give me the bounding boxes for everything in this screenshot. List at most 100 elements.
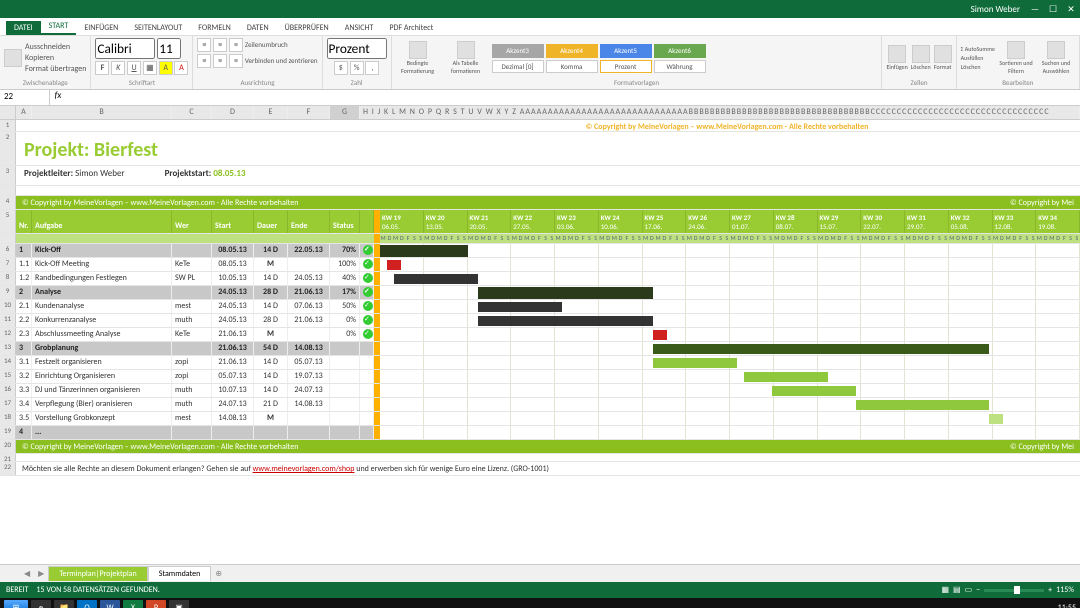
minimize-button[interactable]: —: [1026, 4, 1044, 15]
table-row[interactable]: 194...: [0, 426, 1080, 440]
close-button[interactable]: ✕: [1062, 4, 1080, 15]
start-button[interactable]: ⊞: [4, 600, 28, 608]
format-painter-button[interactable]: Format übertragen: [25, 64, 86, 74]
table-row[interactable]: 71.1Kick-Off MeetingKeTe08.05.13M100%: [0, 258, 1080, 272]
taskbar-excel-icon[interactable]: X: [123, 600, 143, 608]
format-cells-icon[interactable]: [934, 45, 952, 63]
sheet-nav-next-icon[interactable]: ▶: [34, 569, 48, 579]
shop-link[interactable]: www.meinevorlagen.com/shop: [253, 464, 355, 474]
row-header[interactable]: 16: [0, 384, 16, 397]
view-normal-icon[interactable]: ▦: [941, 585, 949, 595]
col-header-f[interactable]: F: [288, 106, 330, 119]
row-header[interactable]: 1: [0, 120, 16, 131]
zoom-in-icon[interactable]: +: [1048, 585, 1052, 595]
sort-filter-label[interactable]: Sortieren und Filtern: [997, 59, 1035, 75]
taskbar-powerpoint-icon[interactable]: P: [146, 600, 166, 608]
row-header[interactable]: 7: [0, 258, 16, 271]
file-tab[interactable]: DATEI: [6, 21, 41, 35]
row-header[interactable]: 17: [0, 398, 16, 411]
paste-icon[interactable]: [4, 49, 22, 67]
align-top-icon[interactable]: ≡: [197, 38, 211, 52]
table-row[interactable]: 153.2Einrichtung Organisierenzopi05.07.1…: [0, 370, 1080, 384]
col-header-a[interactable]: A: [16, 106, 32, 119]
format-as-table-icon[interactable]: [457, 41, 475, 59]
taskbar-word-icon[interactable]: W: [100, 600, 120, 608]
table-row[interactable]: 163.3DJ und Tänzerinnen organisierenmuth…: [0, 384, 1080, 398]
view-break-icon[interactable]: ▭: [965, 585, 973, 595]
delete-cells-icon[interactable]: [912, 45, 930, 63]
format-cells-label[interactable]: Format: [934, 63, 952, 71]
fill-color-button[interactable]: A: [159, 61, 173, 75]
accent4-style[interactable]: Akzent4: [546, 44, 598, 58]
italic-button[interactable]: K: [111, 61, 125, 75]
table-row[interactable]: 92Analyse24.05.1328 D21.06.1317%: [0, 286, 1080, 300]
row-header[interactable]: 10: [0, 300, 16, 313]
row-header[interactable]: 20: [0, 440, 16, 453]
insert-cells-label[interactable]: Einfügen: [886, 63, 907, 71]
name-box[interactable]: 22: [0, 90, 50, 105]
row-header[interactable]: 3: [0, 166, 16, 185]
table-row[interactable]: 183.5Vorstellung Grobkonzeptmest14.08.13…: [0, 412, 1080, 426]
font-color-button[interactable]: A: [174, 61, 188, 75]
row-header[interactable]: 13: [0, 342, 16, 355]
sheet-tab-terminplan[interactable]: Terminplan|Projektplan: [48, 566, 147, 581]
clear-button[interactable]: Löschen: [961, 63, 995, 71]
numfmt-waehrung[interactable]: Währung: [654, 60, 706, 73]
maximize-button[interactable]: ☐: [1044, 4, 1062, 15]
numfmt-komma[interactable]: Komma: [546, 60, 598, 73]
cut-button[interactable]: Ausschneiden: [25, 42, 86, 52]
merge-center-button[interactable]: Verbinden und zentrieren: [245, 56, 318, 65]
row-header[interactable]: 19: [0, 426, 16, 439]
row-header[interactable]: [0, 234, 16, 243]
comma-icon[interactable]: ,: [365, 61, 379, 75]
tab-seitenlayout[interactable]: SEITENLAYOUT: [126, 21, 190, 35]
table-row[interactable]: 133Grobplanung21.06.1354 D14.08.13: [0, 342, 1080, 356]
table-row[interactable]: 61Kick-Off08.05.1314 D22.05.1370%: [0, 244, 1080, 258]
row-header[interactable]: 18: [0, 412, 16, 425]
table-row[interactable]: 173.4Verpflegung (Bier) oranisierenmuth2…: [0, 398, 1080, 412]
font-name-select[interactable]: [95, 38, 155, 59]
conditional-formatting-icon[interactable]: [409, 41, 427, 59]
accent3-style[interactable]: Akzent3: [492, 44, 544, 58]
find-select-icon[interactable]: [1047, 41, 1065, 59]
tab-formeln[interactable]: FORMELN: [190, 21, 239, 35]
format-as-table-label[interactable]: Als Tabelle formatieren: [444, 59, 488, 75]
font-size-select[interactable]: [157, 38, 181, 59]
row-header[interactable]: 2: [0, 132, 16, 165]
numfmt-dezimal[interactable]: Dezimal [0]: [492, 60, 544, 73]
zoom-level[interactable]: 115%: [1056, 585, 1074, 595]
row-header[interactable]: 22: [0, 462, 16, 475]
align-center-icon[interactable]: ≡: [213, 54, 227, 68]
row-header[interactable]: 8: [0, 272, 16, 285]
table-row[interactable]: 112.2Konkurrenzanalysemuth24.05.1328 D21…: [0, 314, 1080, 328]
table-row[interactable]: 102.1Kundenanalysemest24.05.1314 D07.06.…: [0, 300, 1080, 314]
taskbar-clock[interactable]: 11:55: [1058, 603, 1076, 608]
insert-cells-icon[interactable]: [888, 45, 906, 63]
accent5-style[interactable]: Akzent5: [600, 44, 652, 58]
accent6-style[interactable]: Akzent6: [654, 44, 706, 58]
align-left-icon[interactable]: ≡: [197, 54, 211, 68]
formula-input[interactable]: [66, 90, 1080, 105]
tab-daten[interactable]: DATEN: [239, 21, 277, 35]
align-middle-icon[interactable]: ≡: [213, 38, 227, 52]
tab-ueberpruefen[interactable]: ÜBERPRÜFEN: [277, 21, 337, 35]
col-header-c[interactable]: C: [172, 106, 212, 119]
table-row[interactable]: 143.1Festzelt organisierenzopi21.06.1314…: [0, 356, 1080, 370]
view-page-icon[interactable]: ▤: [953, 585, 961, 595]
taskbar-outlook-icon[interactable]: O: [77, 600, 97, 608]
sheet-tab-stammdaten[interactable]: Stammdaten: [148, 566, 212, 581]
col-header-tail[interactable]: H I J K L M N O P Q R S T U V W X Y Z AA…: [360, 106, 1080, 119]
copy-button[interactable]: Kopieren: [25, 53, 86, 63]
col-header-e[interactable]: E: [254, 106, 288, 119]
align-right-icon[interactable]: ≡: [229, 54, 243, 68]
row-header[interactable]: [0, 186, 16, 195]
percent-icon[interactable]: %: [350, 61, 364, 75]
taskbar-ie-icon[interactable]: e: [31, 600, 51, 608]
conditional-formatting-label[interactable]: Bedingte Formatierung: [396, 59, 440, 75]
taskbar-explorer-icon[interactable]: 📁: [54, 600, 74, 608]
row-header[interactable]: 6: [0, 244, 16, 257]
tab-pdf-architect[interactable]: PDF Architect: [381, 21, 441, 35]
row-header[interactable]: 5: [0, 210, 16, 233]
row-header[interactable]: 14: [0, 356, 16, 369]
currency-icon[interactable]: $: [334, 61, 348, 75]
